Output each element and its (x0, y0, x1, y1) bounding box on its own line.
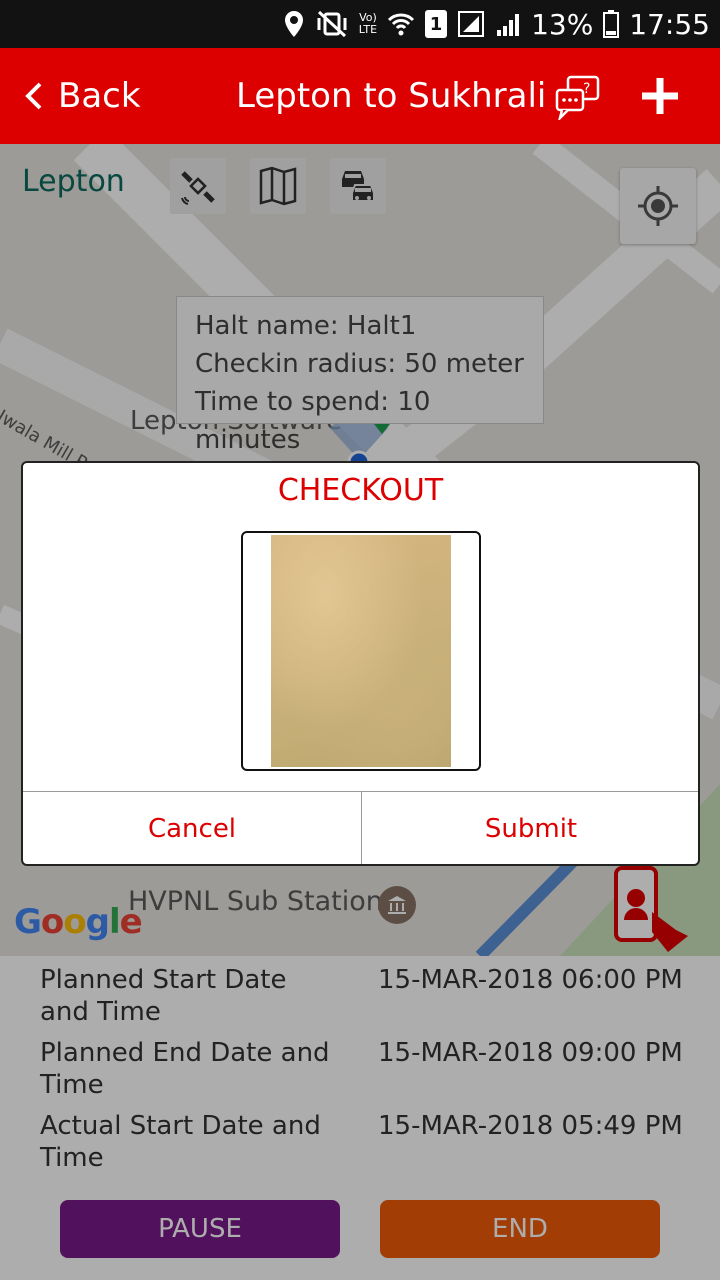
signal-icon-2 (497, 14, 520, 36)
checkout-dialog: CHECKOUT Cancel Submit (21, 461, 700, 866)
app-bar: Back Lepton to Sukhrali ? (0, 48, 720, 144)
plus-icon (642, 78, 678, 114)
battery-percent: 13% (531, 7, 594, 41)
sim-icon: 1 (425, 10, 448, 38)
dialog-title: CHECKOUT (277, 473, 444, 508)
checkout-photo (271, 535, 451, 767)
add-button[interactable] (636, 70, 684, 122)
volte-icon: Vo) LTE (358, 11, 378, 36)
cancel-button[interactable]: Cancel (23, 792, 361, 864)
clock: 17:55 (629, 7, 710, 41)
chat-help-button[interactable]: ? (554, 74, 602, 123)
sim-slot: 1 (429, 13, 443, 35)
location-icon (284, 11, 303, 37)
photo-frame[interactable] (241, 531, 481, 771)
back-label: Back (58, 76, 141, 116)
signal-icon (458, 11, 485, 37)
page-title: Lepton to Sukhrali (236, 76, 547, 116)
wifi-icon (388, 13, 415, 36)
submit-button[interactable]: Submit (362, 792, 698, 864)
battery-icon (603, 10, 620, 38)
vibrate-icon (317, 10, 347, 38)
network-label: LTE (358, 23, 378, 36)
chat-question-icon: ? (555, 75, 600, 123)
back-button[interactable]: Back (24, 48, 141, 144)
chevron-left-icon (25, 82, 42, 110)
status-bar: Vo) LTE 1 13% 17:55 (0, 0, 720, 48)
svg-text:?: ? (583, 81, 590, 97)
